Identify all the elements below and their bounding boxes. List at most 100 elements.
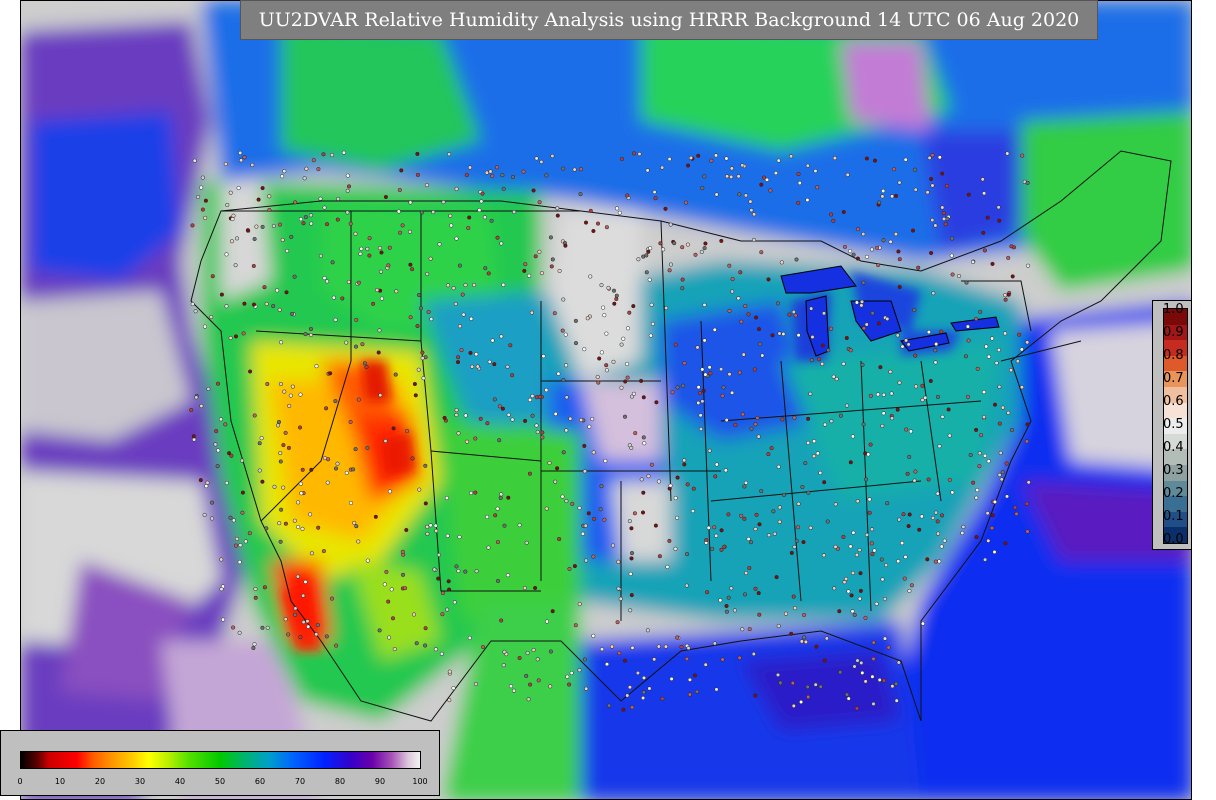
- station-marker: [912, 308, 917, 313]
- station-marker: [599, 283, 604, 288]
- station-marker: [777, 519, 782, 524]
- station-marker: [652, 190, 657, 195]
- station-marker: [1009, 428, 1014, 433]
- station-marker: [254, 224, 259, 229]
- station-marker: [557, 268, 562, 273]
- station-marker: [192, 437, 197, 442]
- station-marker: [796, 200, 801, 205]
- station-marker: [780, 417, 785, 422]
- station-marker: [198, 478, 203, 483]
- station-marker: [618, 596, 623, 601]
- station-marker: [981, 414, 987, 420]
- station-marker: [980, 177, 985, 182]
- station-marker: [754, 315, 759, 320]
- station-marker: [870, 674, 875, 679]
- station-marker: [499, 241, 504, 246]
- station-marker: [748, 540, 754, 545]
- station-marker: [974, 535, 979, 540]
- station-marker: [540, 430, 545, 435]
- station-marker: [497, 438, 502, 443]
- station-marker: [619, 385, 624, 390]
- station-marker: [878, 365, 883, 370]
- station-marker: [583, 523, 588, 528]
- station-marker: [670, 390, 675, 395]
- station-marker: [712, 327, 717, 332]
- station-marker: [298, 481, 303, 486]
- station-marker: [920, 397, 925, 403]
- station-marker: [775, 301, 781, 306]
- station-marker: [240, 490, 245, 495]
- station-marker: [621, 707, 626, 712]
- station-marker: [277, 521, 282, 526]
- station-marker: [1025, 422, 1030, 427]
- station-marker: [794, 257, 799, 262]
- station-marker: [231, 625, 236, 630]
- station-marker: [506, 495, 511, 500]
- station-marker: [950, 272, 955, 277]
- station-marker: [900, 541, 905, 546]
- station-marker: [686, 163, 691, 168]
- station-marker: [433, 523, 438, 528]
- station-marker: [296, 524, 301, 530]
- station-marker: [505, 364, 510, 369]
- station-marker: [897, 517, 902, 522]
- station-marker: [501, 663, 506, 668]
- station-marker: [656, 479, 661, 484]
- station-marker: [668, 483, 673, 488]
- station-marker: [524, 673, 529, 678]
- station-marker: [996, 205, 1001, 210]
- station-marker: [223, 422, 228, 427]
- station-marker: [455, 360, 461, 365]
- rh-tick: 40: [174, 777, 186, 786]
- station-marker: [740, 163, 745, 168]
- station-marker: [354, 317, 359, 322]
- station-marker: [415, 323, 420, 329]
- station-marker: [417, 487, 422, 492]
- station-marker: [776, 158, 781, 163]
- station-marker: [870, 552, 875, 557]
- station-marker: [935, 491, 940, 496]
- station-marker: [329, 596, 335, 601]
- station-marker: [456, 568, 461, 574]
- station-marker: [229, 239, 235, 244]
- station-marker: [578, 167, 584, 172]
- station-marker: [848, 348, 853, 353]
- station-marker: [742, 592, 748, 597]
- station-marker: [930, 218, 935, 223]
- station-marker: [818, 684, 823, 689]
- station-marker: [981, 230, 986, 235]
- station-marker: [303, 332, 308, 337]
- station-marker: [408, 315, 413, 320]
- station-marker: [423, 463, 428, 468]
- station-marker: [454, 564, 459, 569]
- station-marker: [445, 283, 451, 288]
- station-marker: [665, 564, 670, 569]
- station-marker: [933, 360, 938, 365]
- station-marker: [447, 152, 452, 157]
- station-marker: [275, 423, 281, 428]
- station-marker: [744, 570, 749, 576]
- station-marker: [499, 492, 504, 497]
- station-marker: [383, 194, 388, 200]
- station-marker: [539, 159, 544, 164]
- station-marker: [627, 519, 632, 524]
- station-marker: [303, 579, 308, 584]
- station-marker: [725, 174, 730, 179]
- station-marker: [262, 285, 267, 290]
- station-marker: [454, 236, 459, 241]
- station-marker: [619, 342, 624, 347]
- station-marker: [377, 246, 382, 251]
- station-marker: [283, 430, 288, 435]
- station-marker: [584, 686, 589, 691]
- station-marker: [977, 451, 982, 456]
- station-marker: [623, 379, 628, 384]
- station-marker: [926, 330, 931, 335]
- station-marker: [994, 360, 999, 366]
- station-marker: [533, 254, 538, 259]
- station-marker: [919, 514, 924, 519]
- station-marker: [811, 454, 817, 459]
- station-marker: [822, 658, 827, 663]
- station-marker: [1003, 297, 1008, 302]
- station-marker: [965, 324, 970, 329]
- station-marker: [837, 609, 842, 614]
